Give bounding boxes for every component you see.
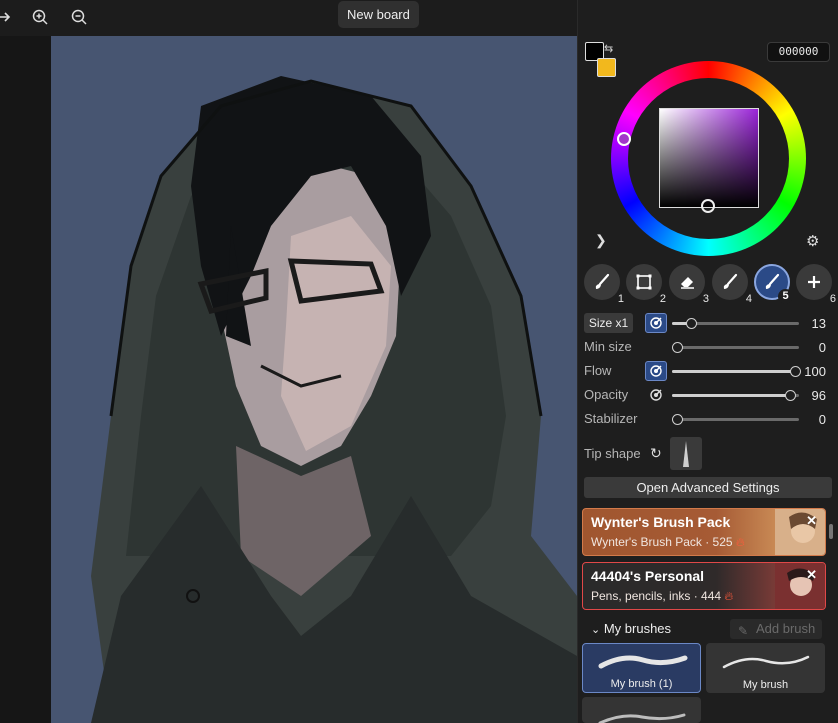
brush-card[interactable]: [582, 697, 701, 723]
pack-subtitle: Wynter's Brush Pack · 525 🔥︎: [591, 535, 745, 550]
brush-stroke-preview: [598, 655, 688, 669]
brush-preset-2[interactable]: 2: [626, 264, 666, 305]
pack-thumbnail: [775, 509, 825, 555]
panel-header: [577, 0, 838, 36]
add-brush-label: Add brush: [756, 621, 816, 636]
opacity-value: 96: [811, 388, 826, 403]
gear-icon[interactable]: ⚙: [806, 232, 819, 250]
back-arrow-icon[interactable]: [0, 4, 18, 30]
pack-subtitle-text: Wynter's Brush Pack · 525: [591, 535, 733, 549]
brush-preset-5[interactable]: 5: [754, 264, 793, 304]
preset-number: 2: [659, 293, 666, 305]
reset-icon[interactable]: ↻: [650, 445, 662, 462]
brush-pack-card[interactable]: Wynter's Brush Pack Wynter's Brush Pack …: [582, 508, 826, 556]
stabilizer-label: Stabilizer: [584, 411, 638, 426]
min-size-slider[interactable]: [672, 342, 799, 353]
toolbar: New board: [0, 0, 578, 36]
close-icon[interactable]: ✕: [806, 567, 817, 583]
pack-subtitle: Pens, pencils, inks · 444 🔥︎: [591, 589, 733, 604]
brush-stroke-preview: [722, 655, 810, 669]
zoom-in-icon[interactable]: [27, 4, 53, 30]
brush-icon: [723, 273, 738, 289]
brush-card[interactable]: My brush: [706, 643, 825, 693]
tip-shape-label: Tip shape: [584, 446, 641, 461]
min-size-value: 0: [818, 340, 826, 355]
size-slider[interactable]: [672, 318, 799, 329]
canvas-artwork: [51, 36, 577, 723]
preset-number: 4: [745, 293, 752, 305]
pack-title: 44404's Personal: [591, 568, 705, 584]
opacity-slider-handle[interactable]: [785, 390, 796, 401]
brush-card[interactable]: My brush (1): [582, 643, 701, 693]
hex-input[interactable]: 000000: [767, 42, 830, 62]
my-brushes-header[interactable]: ⌄ My brushes: [591, 621, 671, 636]
pack-subtitle-text: Pens, pencils, inks · 444: [591, 589, 722, 603]
new-board-button[interactable]: New board: [338, 1, 419, 28]
zoom-out-icon[interactable]: [66, 4, 92, 30]
preset-number: 5: [778, 289, 793, 304]
pressure-icon: [650, 365, 662, 377]
tip-shape-graphic: [683, 441, 689, 467]
brush-name: My brush: [742, 679, 789, 691]
pack-title: Wynter's Brush Pack: [591, 514, 731, 530]
plus-icon: [808, 276, 820, 288]
brush-preset-3[interactable]: 3: [669, 264, 709, 305]
stabilizer-value: 0: [818, 412, 826, 427]
preset-number: 3: [702, 293, 709, 305]
opacity-slider[interactable]: [672, 390, 799, 401]
preset-number: 1: [617, 293, 624, 305]
min-size-label: Min size: [584, 339, 632, 354]
my-brushes-label: My brushes: [603, 621, 672, 636]
size-pressure-toggle[interactable]: [645, 313, 667, 333]
transform-icon: [636, 274, 652, 290]
pack-thumbnail: [775, 563, 825, 609]
tip-shape-preview[interactable]: [670, 437, 702, 470]
flow-slider-fill: [672, 370, 794, 373]
brush-icon: [595, 273, 610, 289]
panel-scrollbar[interactable]: [829, 524, 833, 539]
brush-icon: [765, 273, 780, 289]
fire-icon: 🔥︎: [724, 589, 734, 603]
add-brush-icon: ✎: [738, 624, 749, 638]
saturation-value-square[interactable]: [659, 108, 759, 208]
size-value: 13: [811, 316, 826, 331]
flow-label: Flow: [584, 363, 612, 378]
size-multiplier-button[interactable]: Size x1: [584, 313, 633, 333]
brush-name: My brush (1): [610, 678, 673, 690]
pressure-icon: [650, 317, 662, 329]
opacity-pressure-toggle[interactable]: [645, 385, 667, 405]
brush-preset-1[interactable]: 1: [584, 264, 624, 305]
fire-icon: 🔥︎: [735, 535, 745, 549]
add-preset-button[interactable]: 6: [796, 264, 836, 305]
brush-stroke-preview: [598, 713, 686, 723]
flow-pressure-toggle[interactable]: [645, 361, 667, 381]
app-window: New board ⇆ 000000 ❯ ⚙ 1 2 3 4 5 6 Size …: [0, 0, 838, 723]
open-advanced-settings-button[interactable]: Open Advanced Settings: [584, 477, 832, 498]
pressure-icon: [650, 389, 662, 401]
brush-pack-card[interactable]: 44404's Personal Pens, pencils, inks · 4…: [582, 562, 826, 610]
size-slider-handle[interactable]: [686, 318, 697, 329]
canvas-gutter: [0, 36, 51, 723]
brush-preset-4[interactable]: 4: [712, 264, 752, 305]
preset-number: 6: [829, 293, 836, 305]
close-icon[interactable]: ✕: [806, 513, 817, 529]
swap-colors-icon[interactable]: ⇆: [604, 42, 618, 56]
stabilizer-slider-handle[interactable]: [672, 414, 683, 425]
drawing-canvas[interactable]: [51, 36, 577, 723]
eraser-icon: [681, 277, 694, 289]
stabilizer-slider[interactable]: [672, 414, 799, 425]
chevron-right-icon[interactable]: ❯: [595, 232, 607, 249]
add-brush-button[interactable]: ✎ Add brush: [730, 619, 822, 639]
min-size-slider-handle[interactable]: [672, 342, 683, 353]
flow-slider[interactable]: [672, 366, 801, 377]
opacity-slider-fill: [672, 394, 789, 397]
hue-handle[interactable]: [617, 132, 631, 146]
color-handle[interactable]: [701, 199, 715, 213]
opacity-label: Opacity: [584, 387, 629, 402]
chevron-down-icon: ⌄: [591, 624, 601, 636]
secondary-color-swatch[interactable]: [597, 58, 616, 77]
flow-value: 100: [804, 364, 826, 379]
